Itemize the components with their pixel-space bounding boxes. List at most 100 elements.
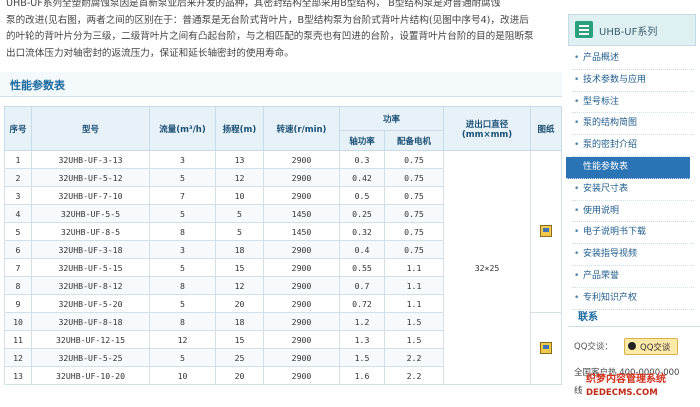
cell-no: 6 (4, 240, 32, 259)
header-power: 功率 (338, 106, 445, 131)
cell-shaft: 1.5 (339, 348, 385, 367)
cell-model: 32UHB-UF-8-5 (31, 222, 150, 241)
cell-head: 5 (215, 222, 264, 241)
cell-shaft: 0.72 (339, 294, 385, 313)
cell-no: 5 (4, 222, 32, 241)
cell-flow: 8 (149, 276, 216, 295)
cell-figure[interactable] (530, 312, 563, 385)
cell-motor: 1.5 (383, 330, 445, 349)
cell-flow: 8 (149, 222, 216, 241)
cell-flow: 12 (149, 330, 216, 349)
cell-motor: 0.75 (383, 150, 445, 169)
header-port-unit: (mm×mm) (461, 129, 513, 140)
sidebar-header: UHB-UF系列 (568, 14, 696, 46)
cell-motor: 0.75 (383, 168, 445, 187)
cell-head: 12 (215, 276, 264, 295)
cell-shaft: 0.4 (339, 240, 385, 259)
cell-model: 32UHB-UF-7-10 (31, 186, 150, 205)
cell-flow: 10 (149, 366, 216, 385)
sidebar-item-manual-download[interactable]: 电子说明书下载 (572, 222, 694, 245)
cell-no: 7 (4, 258, 32, 277)
cell-speed: 2900 (263, 168, 340, 187)
cell-flow: 5 (149, 204, 216, 223)
header-head: 扬程(m) (215, 106, 264, 151)
watermark: 织梦内容管理系统 DEDECMS.COM (586, 370, 696, 405)
cell-motor: 0.75 (383, 222, 445, 241)
intro-text: UHB-UF系列全塑耐腐蚀泵因是首新泵业后来开发的品种，其密封结构全部采用B型结… (6, 0, 562, 62)
cell-motor: 1.1 (383, 258, 445, 277)
cell-motor: 2.2 (383, 366, 445, 385)
cell-speed: 2900 (263, 258, 340, 277)
intro-line-1: UHB-UF系列全塑耐腐蚀泵因是首新泵业后来开发的品种，其密封结构全部采用B型结… (6, 0, 501, 9)
list-menu-icon (575, 21, 593, 38)
sidebar-item-patents[interactable]: 专利知识产权 (572, 288, 694, 310)
cell-port: 32×25 (443, 150, 532, 385)
cell-motor: 2.2 (383, 348, 445, 367)
cell-no: 1 (4, 150, 32, 169)
cell-model: 32UHB-UF-5-12 (31, 168, 150, 187)
sidebar-item-overview[interactable]: 产品概述 (572, 48, 694, 70)
intro-line-2: 泵的改进(见右图，两者之间的区别在于：普通泵是无台阶式背叶片，B型结构泵为台阶式… (6, 14, 529, 26)
sidebar-item-tech-params[interactable]: 技术参数与应用 (572, 70, 694, 92)
cell-shaft: 0.25 (339, 204, 385, 223)
qq-label: QQ交谈： (574, 342, 613, 352)
cell-speed: 2900 (263, 348, 340, 367)
cell-model: 32UHB-UF-3-13 (31, 150, 150, 169)
sidebar-item-install-video[interactable]: 安装指导视频 (572, 244, 694, 266)
table-row: 1 32UHB-UF-3-13 3 13 2900 0.3 0.75 32×25 (4, 150, 563, 385)
header-shaft-power: 轴功率 (339, 130, 385, 151)
drawing-image-icon[interactable] (540, 224, 553, 237)
cell-flow: 3 (149, 150, 216, 169)
cell-shaft: 1.2 (339, 312, 385, 331)
cell-model: 32UHB-UF-3-18 (31, 240, 150, 259)
cell-model: 32UHB-UF-8-12 (31, 276, 150, 295)
header-no: 序号 (4, 106, 32, 151)
cell-shaft: 1.6 (339, 366, 385, 385)
cell-speed: 2900 (263, 186, 340, 205)
sidebar-item-performance[interactable]: 性能参数表 (566, 156, 690, 179)
sidebar-item-seal[interactable]: 泵的密封介绍 (572, 135, 694, 157)
cell-flow: 3 (149, 240, 216, 259)
cell-speed: 2900 (263, 294, 340, 313)
cell-no: 2 (4, 168, 32, 187)
cell-no: 11 (4, 330, 32, 349)
cell-speed: 2900 (263, 366, 340, 385)
sidebar-item-usage[interactable]: 使用说明 (572, 201, 694, 223)
cell-shaft: 0.7 (339, 276, 385, 295)
cell-head: 20 (215, 294, 264, 313)
cell-motor: 0.75 (383, 204, 445, 223)
cell-shaft: 0.42 (339, 168, 385, 187)
header-motor: 配备电机 (383, 130, 445, 151)
cell-speed: 1450 (263, 204, 340, 223)
cell-speed: 2900 (263, 240, 340, 259)
sidebar-item-model-notation[interactable]: 型号标注 (572, 92, 694, 114)
cell-figure[interactable] (530, 150, 563, 313)
cell-head: 12 (215, 168, 264, 187)
sidebar-item-honors[interactable]: 产品荣誉 (572, 266, 694, 288)
cell-model: 32UHB-UF-10-20 (31, 366, 150, 385)
sidebar-menu: 产品概述 技术参数与应用 型号标注 泵的结构简图 泵的密封介绍 性能参数表 安装… (566, 48, 694, 310)
watermark-line-2: DEDECMS.COM (586, 388, 658, 398)
cell-model: 32UHB-UF-5-5 (31, 204, 150, 223)
qq-chat-label: QQ交谈 (640, 343, 671, 353)
header-port: 进出口直径 (mm×mm) (443, 106, 532, 151)
sidebar-item-structure[interactable]: 泵的结构简图 (572, 113, 694, 136)
qq-chat-button[interactable]: QQ交谈 (624, 338, 678, 355)
cell-no: 9 (4, 294, 32, 313)
cell-head: 5 (215, 204, 264, 223)
main-content: UHB-UF系列全塑耐腐蚀泵因是首新泵业后来开发的品种，其密封结构全部采用B型结… (0, 0, 566, 407)
intro-line-3: 的叶轮的背叶片分为三级，二级背叶片之间有凸起台阶，与之相匹配的泵壳也有凹进的台阶… (6, 31, 534, 42)
cell-motor: 1.5 (383, 312, 445, 331)
contact-title: 联系 (568, 308, 700, 327)
section-header: 性能参数表 (0, 72, 562, 97)
cell-flow: 5 (149, 168, 216, 187)
cell-motor: 0.75 (383, 186, 445, 205)
cell-shaft: 0.55 (339, 258, 385, 277)
cell-head: 15 (215, 330, 264, 349)
cell-head: 10 (215, 186, 264, 205)
header-model: 型号 (31, 106, 150, 151)
performance-table: 序号 型号 流量(m³/h) 扬程(m) 转速(r/min) 功率 进出口直径 … (4, 106, 563, 385)
sidebar-item-dimensions[interactable]: 安装尺寸表 (572, 179, 694, 201)
drawing-image-icon[interactable] (540, 341, 553, 354)
cell-head: 25 (215, 348, 264, 367)
